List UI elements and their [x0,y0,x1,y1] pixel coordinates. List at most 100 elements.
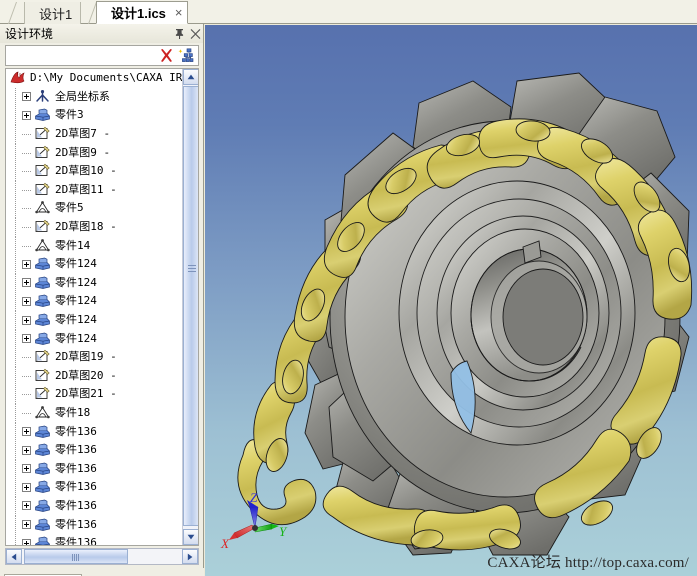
tree-item[interactable]: 零件136 [6,515,183,535]
tree-connector [22,125,31,143]
tree-root-node[interactable]: D:\My Documents\CAXA IRON [6,69,183,88]
part-icon [34,312,52,328]
3d-viewport[interactable]: Z Y X CAXA论坛 http://top.caxa.com/ [205,25,697,576]
tree-item[interactable]: 零件3 [6,106,183,126]
expand-icon[interactable] [22,334,31,344]
scroll-grip [188,265,196,272]
tree-indent-guide [8,329,22,349]
tree-item[interactable]: 2D草图20 - [6,366,183,386]
expand-icon[interactable] [22,538,31,545]
scroll-right-icon[interactable] [182,549,198,564]
expand-icon[interactable] [22,278,31,288]
tree-item[interactable]: 零件136 [6,478,183,498]
expand-icon[interactable] [22,315,31,325]
tree-item[interactable]: 2D草图10 - [6,162,183,182]
tree-item[interactable]: 零件136 [6,459,183,479]
tree-item[interactable]: 零件136 [6,534,183,545]
tree-indent-guide [8,273,22,293]
tree-item-label: 零件124 [55,275,97,289]
tree-indent-guide [8,180,22,200]
cad-application-window: 设计1 设计1.ics × 设计环境 D:\My Documents\CAXA … [0,0,697,576]
structure-tree-icon[interactable] [176,47,196,65]
dock-close-icon[interactable] [187,26,203,42]
part-icon [34,293,52,309]
tab-close-icon[interactable]: × [175,5,183,20]
tree-item[interactable]: 2D草图9 - [6,143,183,163]
tab-design1-ics[interactable]: 设计1.ics × [96,1,188,24]
tree-item-label: 零件136 [55,498,97,512]
tree-item-label: 2D草图18 - [55,220,117,234]
assembly-icon [34,200,52,216]
model-render-area[interactable]: Z Y X CAXA论坛 http://top.caxa.com/ [205,25,697,576]
feature-tree[interactable]: D:\My Documents\CAXA IRON 全局坐标系 零件3 2D草图7 -… [5,68,199,546]
tree-item-label: 零件136 [55,536,97,545]
tree-item[interactable]: 全局坐标系 [6,87,183,107]
scroll-up-icon[interactable] [183,69,198,85]
part-icon [34,275,52,291]
tree-item-label: 零件136 [55,517,97,531]
tree-indent-guide [8,87,22,107]
tree-item[interactable]: 零件5 [6,199,183,219]
tree-connector [22,237,31,255]
expand-icon[interactable] [22,445,31,455]
watermark-text: CAXA论坛 http://top.caxa.com/ [487,555,689,571]
tree-item[interactable]: 零件124 [6,292,183,312]
design-environment-dock: 设计环境 D:\My Documents\CAXA IRON 全局坐标系 零件3… [0,24,204,576]
tree-item-label: 零件14 [55,238,91,252]
expand-icon[interactable] [22,296,31,306]
tree-item-label: 零件124 [55,331,97,345]
tree-indent-guide [8,218,22,238]
feature-tree-list[interactable]: D:\My Documents\CAXA IRON 全局坐标系 零件3 2D草图7 -… [6,69,183,545]
expand-icon[interactable] [22,92,31,102]
tree-item-label: 零件5 [55,201,84,215]
expand-icon[interactable] [22,464,31,474]
tree-indent-guide [8,143,22,163]
tree-item[interactable]: 零件124 [6,255,183,275]
axis-triad: Z Y X [217,488,293,558]
tree-item[interactable]: 零件14 [6,236,183,256]
tree-item[interactable]: 2D草图18 - [6,218,183,238]
dock-title-bar: 设计环境 [0,24,203,43]
tree-item[interactable]: 2D草图7 - [6,125,183,145]
tree-indent-guide [8,403,22,423]
tree-vertical-scrollbar[interactable] [182,69,198,545]
tree-item[interactable]: 零件136 [6,496,183,516]
tree-connector [22,199,31,217]
tab-design1[interactable]: 设计1 [24,2,82,24]
tree-indent-guide [8,292,22,312]
part-icon [34,461,52,477]
tree-item[interactable]: 2D草图21 - [6,385,183,405]
hscroll-thumb[interactable] [24,549,128,564]
tree-horizontal-scrollbar[interactable] [5,548,199,565]
sketch-icon [34,219,52,235]
delete-icon[interactable] [156,47,176,65]
expand-icon[interactable] [22,427,31,437]
tree-item[interactable]: 零件136 [6,441,183,461]
document-icon [9,70,27,86]
scroll-down-icon[interactable] [183,529,198,545]
tree-item-label: 2D草图21 - [55,387,117,401]
tree-item[interactable]: 零件124 [6,329,183,349]
tree-item-label: 2D草图7 - [55,127,111,141]
expand-icon[interactable] [22,110,31,120]
tree-item[interactable]: 2D草图19 - [6,348,183,368]
expand-icon[interactable] [22,482,31,492]
tree-scroll-thumb[interactable] [183,86,198,526]
tree-connector [22,367,31,385]
expand-icon[interactable] [22,501,31,511]
tree-item-label: 零件136 [55,443,97,457]
expand-icon[interactable] [22,259,31,269]
tree-connector [22,218,31,236]
tree-item[interactable]: 零件136 [6,422,183,442]
tree-item[interactable]: 零件124 [6,273,183,293]
tree-item[interactable]: 零件18 [6,403,183,423]
tree-connector [22,181,31,199]
part-icon [34,517,52,533]
tree-item[interactable]: 零件124 [6,311,183,331]
tree-item-label: 零件136 [55,424,97,438]
tree-item[interactable]: 2D草图11 - [6,180,183,200]
pin-icon[interactable] [171,26,187,42]
scroll-left-icon[interactable] [6,549,22,564]
axis-label-x: X [221,536,229,551]
expand-icon[interactable] [22,520,31,530]
